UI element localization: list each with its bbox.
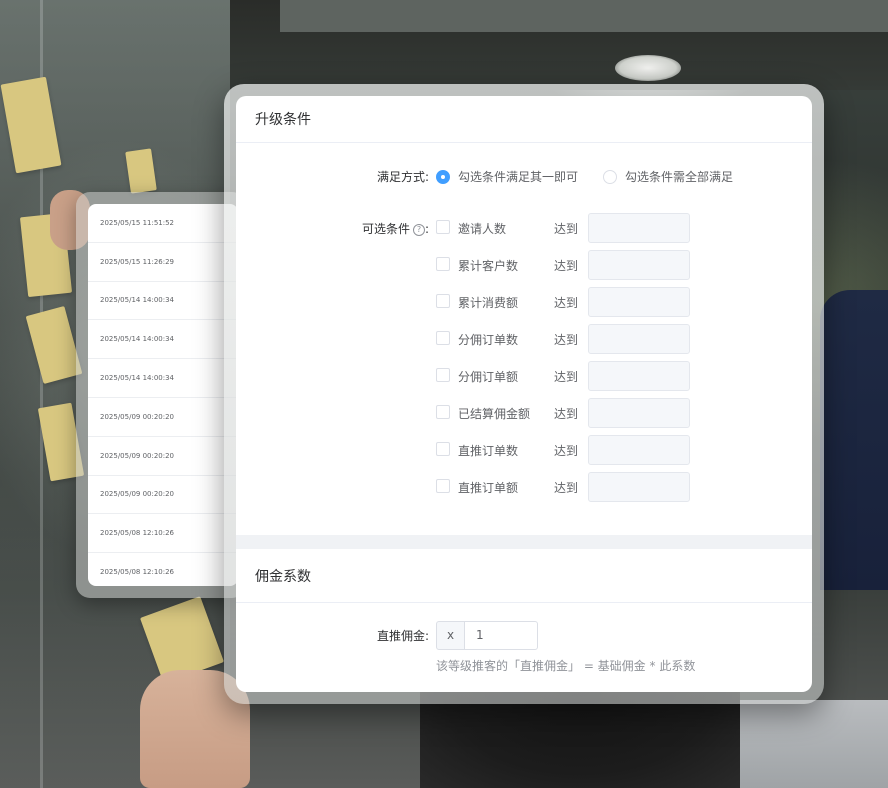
condition-label: 直推订单数 — [458, 444, 519, 458]
condition-checkbox[interactable] — [436, 220, 450, 234]
condition-input[interactable] — [588, 324, 690, 354]
help-icon[interactable]: ? — [412, 223, 425, 236]
condition-input[interactable] — [588, 213, 690, 243]
conditions-label-text: 可选条件 — [361, 222, 410, 236]
multiplier-prefix: x — [436, 621, 465, 650]
person-hair — [420, 690, 740, 788]
condition-label: 分佣订单额 — [458, 370, 519, 384]
list-item: 2025/05/14 14:00:34 — [88, 320, 238, 360]
mode-option-any[interactable]: 勾选条件满足其一即可 — [436, 168, 578, 185]
condition-checkbox[interactable] — [436, 331, 450, 345]
conditions-colon: : — [424, 222, 429, 236]
timestamp-list: 2025/05/15 11:51:52 2025/05/15 11:26:29 … — [88, 204, 238, 586]
direct-commission-label: 直推佣金: — [376, 629, 429, 643]
radio-checked-icon[interactable] — [436, 169, 450, 184]
condition-checkbox[interactable] — [436, 479, 450, 493]
condition-checkbox[interactable] — [436, 442, 450, 456]
reach-label: 达到 — [554, 370, 579, 384]
ceiling-lamp — [615, 55, 681, 81]
list-item: 2025/05/09 00:20:20 — [88, 398, 238, 437]
list-item: 2025/05/08 12:10:26 — [88, 514, 238, 554]
condition-checkbox[interactable] — [436, 257, 450, 271]
conditions-label: 可选条件?: — [316, 220, 429, 237]
list-item: 2025/05/09 00:20:20 — [88, 476, 238, 515]
reach-label: 达到 — [554, 296, 579, 310]
condition-input[interactable] — [588, 287, 690, 317]
mode-option-label: 勾选条件满足其一即可 — [458, 170, 579, 184]
list-item: 2025/05/09 00:20:20 — [88, 437, 238, 476]
reach-label: 达到 — [554, 407, 579, 421]
list-item: 2025/05/08 12:10:26 — [88, 553, 238, 586]
list-item: 2025/05/15 11:51:52 — [88, 204, 238, 243]
condition-label: 累计客户数 — [458, 259, 519, 273]
condition-input[interactable] — [588, 472, 690, 502]
level-settings-card: 升级条件 满足方式: 勾选条件满足其一即可 勾选条件需全部满足 可选条件?: 邀… — [236, 96, 812, 692]
condition-label: 分佣订单数 — [458, 333, 519, 347]
background-ceiling — [280, 0, 888, 32]
section-divider — [236, 535, 812, 549]
condition-label: 累计消费额 — [458, 296, 519, 310]
condition-input[interactable] — [588, 435, 690, 465]
section-title-commission: 佣金系数 — [236, 549, 812, 603]
list-item: 2025/05/14 14:00:34 — [88, 359, 238, 398]
reach-label: 达到 — [554, 444, 579, 458]
condition-checkbox[interactable] — [436, 368, 450, 382]
reach-label: 达到 — [554, 333, 579, 347]
mode-label: 满足方式: — [376, 170, 429, 184]
condition-label: 已结算佣金额 — [458, 407, 531, 421]
mode-option-label: 勾选条件需全部满足 — [625, 170, 734, 184]
mode-option-all[interactable]: 勾选条件需全部满足 — [603, 168, 733, 185]
reach-label: 达到 — [554, 481, 579, 495]
list-item: 2025/05/14 14:00:34 — [88, 282, 238, 321]
condition-input[interactable] — [588, 398, 690, 428]
commission-hint: 该等级推客的「直推佣金」 = 基础佣金 * 此系数 — [436, 659, 696, 673]
person-jacket — [820, 290, 888, 590]
list-item: 2025/05/15 11:26:29 — [88, 243, 238, 282]
condition-label: 邀请人数 — [458, 222, 507, 236]
condition-input[interactable] — [588, 250, 690, 280]
reach-label: 达到 — [554, 222, 579, 236]
section-title-upgrade: 升级条件 — [236, 96, 812, 143]
radio-unchecked-icon[interactable] — [603, 169, 617, 184]
condition-label: 直推订单额 — [458, 481, 519, 495]
condition-input[interactable] — [588, 361, 690, 391]
reach-label: 达到 — [554, 259, 579, 273]
condition-checkbox[interactable] — [436, 294, 450, 308]
commission-coefficient-input[interactable]: 1 — [464, 621, 538, 650]
condition-checkbox[interactable] — [436, 405, 450, 419]
